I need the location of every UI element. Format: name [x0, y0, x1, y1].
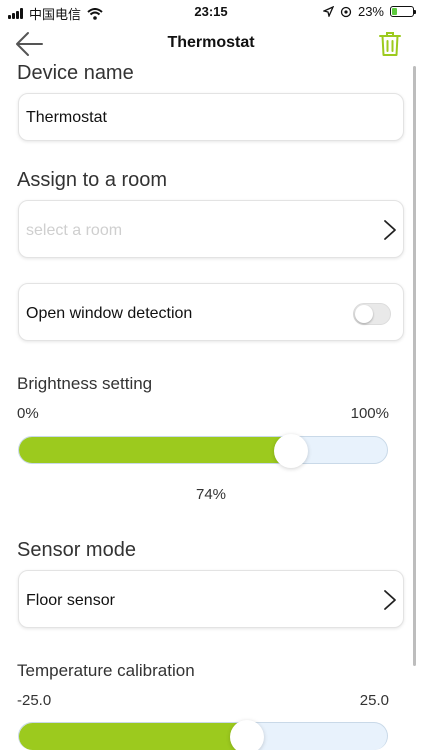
calibration-slider-fill [19, 723, 248, 750]
device-name-value[interactable]: Thermostat [26, 109, 107, 127]
open-window-row: Open window detection [18, 283, 404, 341]
calibration-min-label: -25.0 [17, 692, 52, 709]
room-placeholder: select a room [26, 222, 123, 239]
sensor-mode-select[interactable]: Floor sensor [18, 570, 404, 628]
device-name-label: Device name [17, 62, 134, 84]
brightness-slider-thumb[interactable] [274, 434, 309, 468]
battery-icon [390, 6, 416, 17]
brightness-value: 74% [195, 486, 227, 503]
battery-fill [392, 8, 397, 15]
status-bar: 中国电信 23:15 23% [0, 0, 422, 24]
brightness-min-label: 0% [17, 405, 39, 422]
open-window-toggle[interactable] [353, 303, 391, 325]
chevron-right-icon [384, 590, 396, 610]
calibration-max-label: 25.0 [359, 692, 389, 709]
brightness-slider[interactable] [18, 434, 388, 468]
calibration-label: Temperature calibration [17, 661, 195, 680]
sensor-mode-value: Floor sensor [26, 592, 115, 609]
chevron-right-icon [384, 220, 396, 240]
sensor-mode-label: Sensor mode [17, 539, 136, 561]
room-select[interactable]: select a room [18, 200, 404, 258]
nav-bar: Thermostat [0, 24, 422, 64]
toggle-knob [355, 305, 373, 323]
calibration-slider-thumb[interactable] [230, 720, 265, 750]
scrollbar[interactable] [413, 66, 416, 666]
brightness-max-label: 100% [350, 405, 389, 422]
assign-room-label: Assign to a room [17, 169, 168, 191]
device-name-field[interactable]: Thermostat [18, 93, 404, 141]
open-window-label: Open window detection [26, 305, 193, 322]
battery-percent: 23% [357, 4, 384, 19]
location-icon [322, 6, 334, 17]
page-title: Thermostat [167, 34, 255, 51]
brightness-label: Brightness setting [17, 374, 153, 393]
brightness-slider-fill [19, 437, 292, 463]
trash-icon[interactable] [378, 31, 402, 57]
orientation-lock-icon [340, 6, 352, 17]
calibration-slider[interactable] [18, 720, 388, 750]
status-right: 23% [322, 4, 416, 19]
